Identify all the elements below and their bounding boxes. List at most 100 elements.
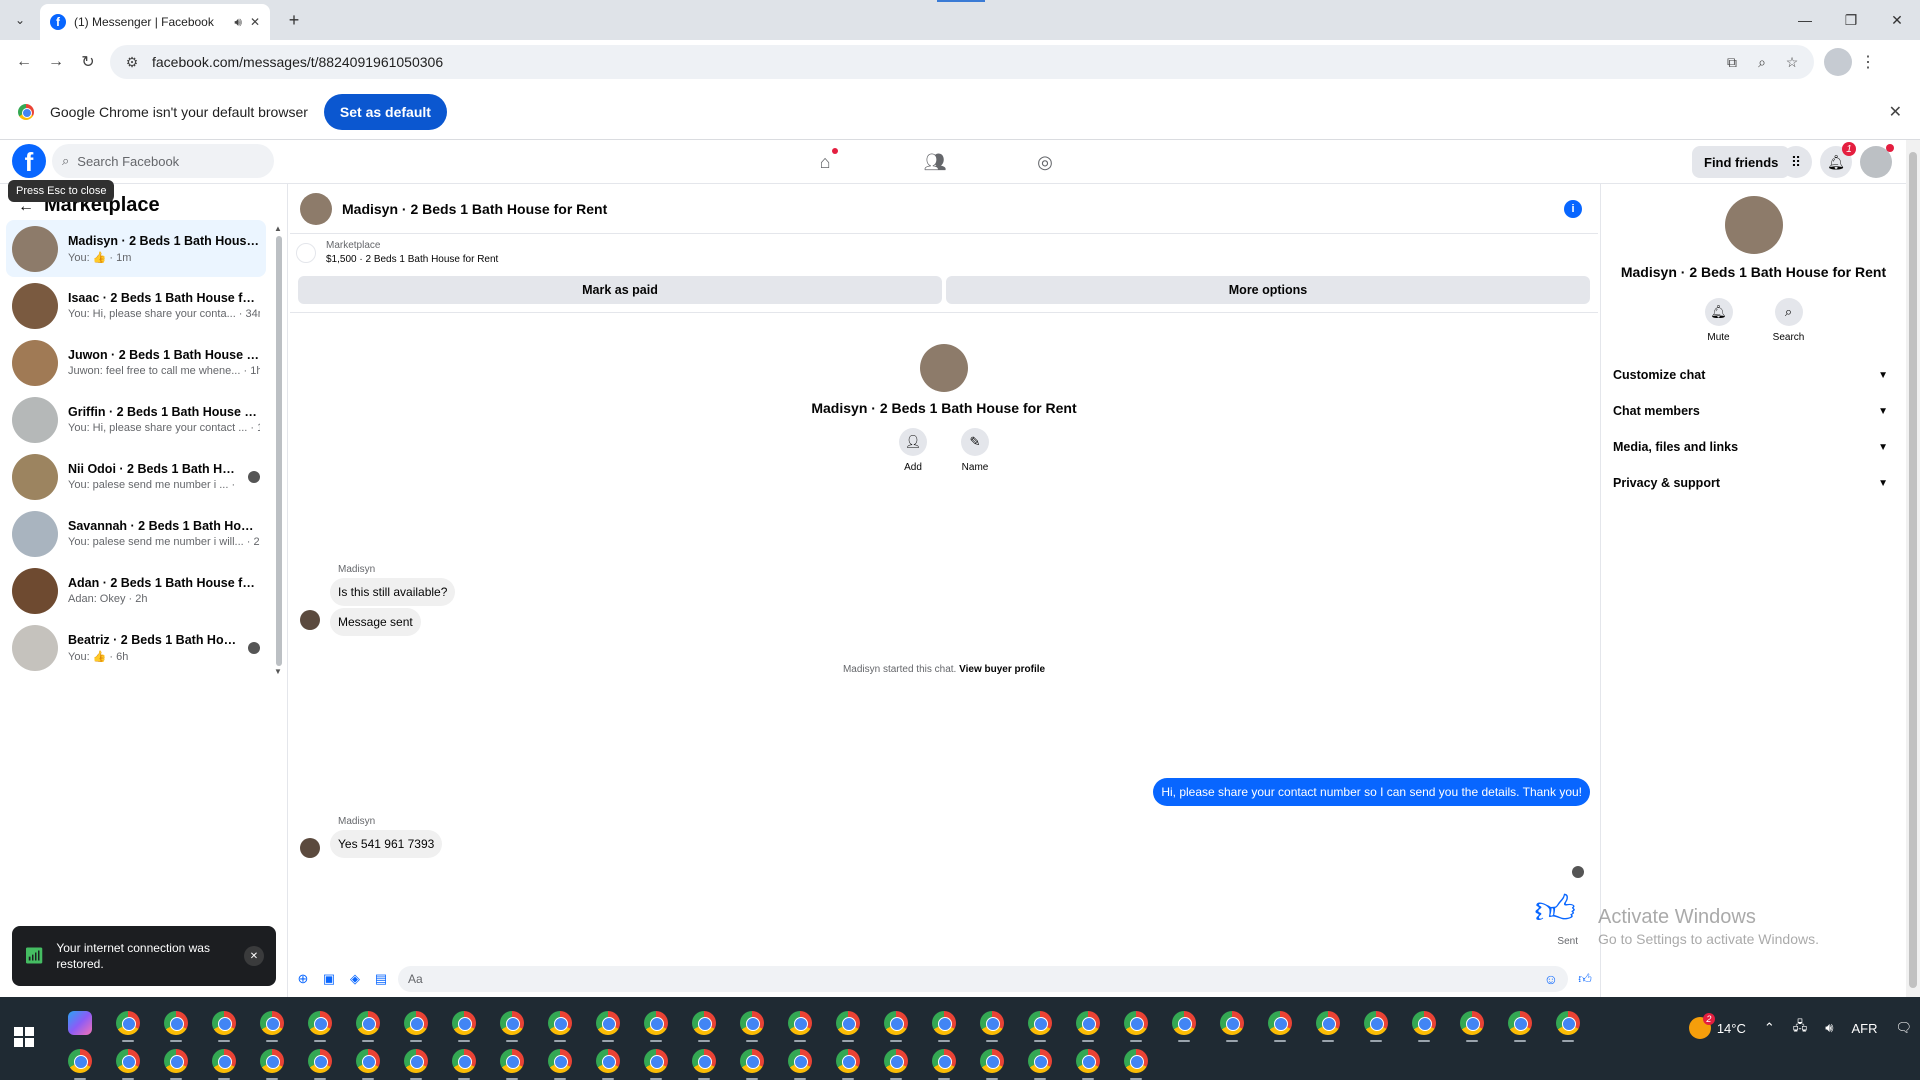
chrome-taskbar-icon[interactable] <box>1024 1045 1056 1080</box>
chrome-taskbar-icon[interactable] <box>1168 1007 1200 1042</box>
chat-title[interactable]: Madisyn · 2 Beds 1 Bath House for Rent <box>342 201 607 217</box>
conversation-item[interactable]: Nii Odoi · 2 Beds 1 Bath Hous... You: pa… <box>6 448 266 505</box>
chrome-taskbar-icon[interactable] <box>688 1045 720 1080</box>
install-app-icon[interactable]: ⧉ <box>1722 54 1742 71</box>
message-bubble-outgoing[interactable]: Hi, please share your contact number so … <box>1153 778 1590 806</box>
message-bubble-incoming[interactable]: Is this still available? <box>330 578 456 606</box>
add-people-button[interactable]: 👤︎ Add <box>898 428 928 473</box>
chrome-taskbar-icon[interactable] <box>160 1045 192 1080</box>
chat-avatar[interactable] <box>300 192 332 225</box>
tab-search-icon[interactable]: ⌄ <box>8 8 32 32</box>
chrome-taskbar-icon[interactable] <box>736 1007 768 1042</box>
zoom-icon[interactable]: ⌕ <box>1752 54 1772 71</box>
conversation-item[interactable]: Griffin · 2 Beds 1 Bath House fo... You:… <box>6 391 266 448</box>
volume-icon[interactable]: 🔊︎ <box>1825 1020 1833 1036</box>
conversation-item[interactable]: Madisyn · 2 Beds 1 Bath House ... You: 👍… <box>6 220 266 277</box>
toast-close-icon[interactable]: ✕ <box>244 946 264 966</box>
chrome-taskbar-icon[interactable] <box>496 1007 528 1042</box>
browser-tab-messenger[interactable]: f (1) Messenger | Facebook 🔊︎ ✕ <box>40 4 270 40</box>
chrome-taskbar-icon[interactable] <box>784 1007 816 1042</box>
mark-as-paid-button[interactable]: Mark as paid <box>298 276 942 304</box>
notifications-bell-icon[interactable]: 🔔︎ 1 <box>1820 142 1856 178</box>
forward-icon[interactable]: → <box>40 46 72 78</box>
info-icon[interactable]: i <box>1564 200 1582 218</box>
scrollbar-thumb[interactable] <box>276 236 282 666</box>
chevron-up-icon[interactable]: ⌃ <box>1764 1020 1775 1036</box>
chrome-taskbar-icon[interactable] <box>976 1045 1008 1080</box>
minimize-icon[interactable]: — <box>1782 0 1828 40</box>
windows-start-icon[interactable] <box>14 1027 34 1047</box>
chrome-taskbar-icon[interactable] <box>256 1045 288 1080</box>
network-icon[interactable]: 🖧︎ <box>1793 1017 1808 1039</box>
chrome-taskbar-icon[interactable] <box>1312 1007 1344 1042</box>
chrome-taskbar-icon[interactable] <box>208 1007 240 1042</box>
chrome-taskbar-icon[interactable] <box>256 1007 288 1042</box>
chrome-taskbar-icon[interactable] <box>208 1045 240 1080</box>
conversation-item[interactable]: Juwon · 2 Beds 1 Bath House fo... Juwon:… <box>6 334 266 391</box>
sticker-icon[interactable]: ◈ <box>346 970 364 988</box>
speaker-icon[interactable]: 🔊︎ <box>234 15 242 30</box>
details-section-1[interactable]: Chat members ▼ <box>1601 393 1906 429</box>
marketplace-listing[interactable]: Marketplace $1,500 · 2 Beds 1 Bath House… <box>296 240 498 265</box>
chrome-taskbar-icon[interactable] <box>352 1045 384 1080</box>
chrome-taskbar-icon[interactable] <box>1408 1007 1440 1042</box>
conversation-item[interactable]: Savannah · 2 Beds 1 Bath Hous... You: pa… <box>6 505 266 562</box>
chrome-taskbar-icon[interactable] <box>496 1045 528 1080</box>
sidebar-scrollbar[interactable]: ▲ ▼ <box>274 224 284 676</box>
conversation-item[interactable]: Isaac · 2 Beds 1 Bath House for ... You:… <box>6 277 266 334</box>
thumbs-up-sticker-icon[interactable]: 👍︎ <box>1534 890 1576 930</box>
chrome-taskbar-icon[interactable] <box>1216 1007 1248 1042</box>
emoji-icon[interactable]: ☺ <box>1544 971 1558 987</box>
menu-grid-icon[interactable]: ⠿ <box>1780 146 1812 178</box>
chrome-taskbar-icon[interactable] <box>880 1045 912 1080</box>
chrome-taskbar-icon[interactable] <box>1552 1007 1584 1042</box>
new-tab-button[interactable]: + <box>282 8 306 32</box>
reload-icon[interactable]: ↻ <box>72 46 104 78</box>
mute-button[interactable]: 🔔︎ Mute <box>1699 298 1739 343</box>
chrome-taskbar-icon[interactable] <box>1120 1007 1152 1042</box>
language-indicator[interactable]: AFR <box>1851 1021 1877 1036</box>
send-like-icon[interactable]: 👍︎ <box>1576 970 1594 988</box>
copilot-icon[interactable] <box>64 1007 96 1039</box>
bookmark-star-icon[interactable]: ☆ <box>1782 54 1802 71</box>
profile-avatar[interactable] <box>1824 48 1852 76</box>
chrome-taskbar-icon[interactable] <box>448 1045 480 1080</box>
find-friends-button[interactable]: Find friends <box>1692 146 1791 178</box>
chrome-taskbar-icon[interactable] <box>544 1007 576 1042</box>
message-input[interactable]: Aa ☺ <box>398 966 1568 992</box>
chrome-taskbar-icon[interactable] <box>1024 1007 1056 1042</box>
chrome-taskbar-icon[interactable] <box>1504 1007 1536 1042</box>
chrome-taskbar-icon[interactable] <box>1072 1007 1104 1042</box>
home-icon[interactable]: ⌂ <box>800 140 850 184</box>
back-icon[interactable]: ← <box>8 46 40 78</box>
chrome-taskbar-icon[interactable] <box>160 1007 192 1042</box>
chrome-taskbar-icon[interactable] <box>64 1045 96 1080</box>
sender-avatar[interactable] <box>300 610 320 630</box>
details-section-0[interactable]: Customize chat ▼ <box>1601 357 1906 393</box>
more-options-button[interactable]: More options <box>946 276 1590 304</box>
close-infobar-icon[interactable]: ✕ <box>1889 102 1902 122</box>
chrome-taskbar-icon[interactable] <box>304 1007 336 1042</box>
site-info-icon[interactable]: ⚙ <box>122 54 142 71</box>
view-buyer-profile-link[interactable]: View buyer profile <box>959 664 1045 675</box>
message-bubble-incoming[interactable]: Message sent <box>330 608 421 636</box>
chrome-taskbar-icon[interactable] <box>304 1045 336 1080</box>
chrome-taskbar-icon[interactable] <box>640 1007 672 1042</box>
chrome-taskbar-icon[interactable] <box>1072 1045 1104 1080</box>
chrome-taskbar-icon[interactable] <box>352 1007 384 1042</box>
chrome-taskbar-icon[interactable] <box>832 1045 864 1080</box>
chrome-taskbar-icon[interactable] <box>1264 1007 1296 1042</box>
chrome-taskbar-icon[interactable] <box>736 1045 768 1080</box>
chrome-taskbar-icon[interactable] <box>880 1007 912 1042</box>
chrome-taskbar-icon[interactable] <box>448 1007 480 1042</box>
search-chat-button[interactable]: ⌕ Search <box>1769 298 1809 343</box>
chrome-taskbar-icon[interactable] <box>976 1007 1008 1042</box>
weather-widget[interactable]: 2 14°C <box>1688 1013 1746 1039</box>
facebook-logo[interactable]: f <box>12 144 46 178</box>
details-section-2[interactable]: Media, files and links ▼ <box>1601 429 1906 465</box>
chrome-taskbar-icon[interactable] <box>1360 1007 1392 1042</box>
chrome-taskbar-icon[interactable] <box>592 1007 624 1042</box>
chrome-taskbar-icon[interactable] <box>400 1045 432 1080</box>
close-window-icon[interactable]: ✕ <box>1874 0 1920 40</box>
friends-icon[interactable]: 👥︎ <box>910 140 960 184</box>
